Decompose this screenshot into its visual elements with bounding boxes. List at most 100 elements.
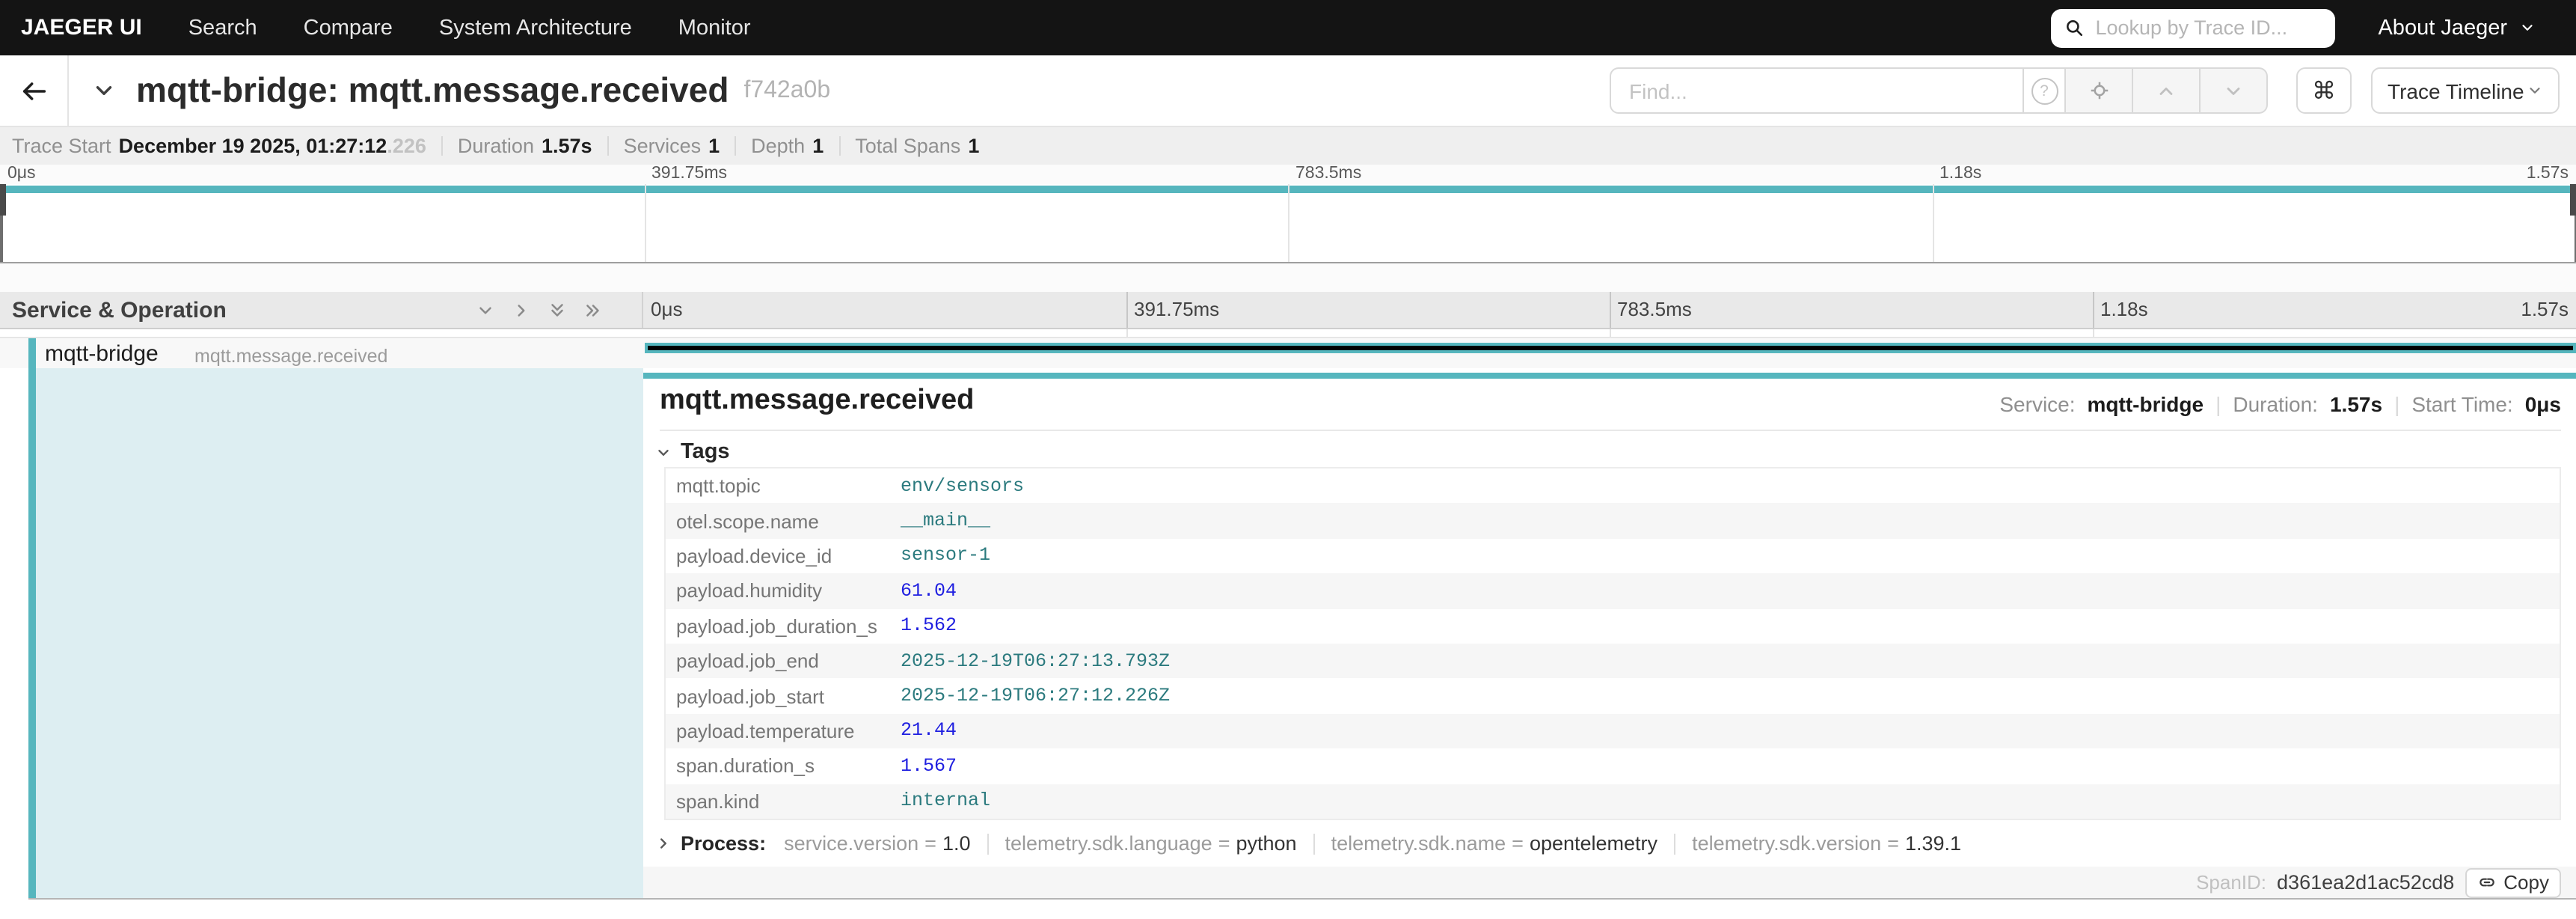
trace-lookup-box[interactable] — [2050, 8, 2334, 47]
tag-value: __main__ — [901, 510, 990, 531]
equals-sign: = — [1887, 832, 1899, 855]
viewport-right-handle[interactable] — [2570, 184, 2576, 216]
copy-span-link-button[interactable]: Copy — [2465, 867, 2561, 897]
tag-key: payload.device_id — [676, 545, 901, 567]
timeline-gridline — [2093, 292, 2094, 328]
tags-label: Tags — [681, 440, 730, 464]
divider — [1313, 833, 1315, 854]
process-pairs: service.version=1.0telemetry.sdk.languag… — [784, 832, 1961, 855]
about-jaeger-menu[interactable]: About Jaeger — [2378, 16, 2536, 40]
trace-header: mqtt-bridge: mqtt.message.received f742a… — [0, 55, 2576, 127]
tag-row-payload.job_end[interactable]: payload.job_end2025-12-19T06:27:13.793Z — [666, 644, 2560, 679]
tag-value: 2025-12-19T06:27:13.793Z — [901, 650, 1170, 671]
process-toggle[interactable]: Process: service.version=1.0telemetry.sd… — [655, 832, 1961, 855]
service-operation-label: Service & Operation — [12, 297, 476, 323]
tag-row-payload.humidity[interactable]: payload.humidity61.04 — [666, 573, 2560, 608]
process-pair-telemetry.sdk.name: telemetry.sdk.name=opentelemetry — [1331, 832, 1658, 855]
tag-row-mqtt.topic[interactable]: mqtt.topicenv/sensors — [666, 468, 2560, 504]
tag-value: 1.562 — [901, 616, 957, 637]
service-operation-header: Service & Operation — [0, 292, 643, 328]
detail-left-gutter — [0, 368, 28, 898]
span-detail-panel: mqtt.message.received Service:mqtt-bridg… — [643, 368, 2576, 898]
trace-view-select[interactable]: Trace Timeline — [2371, 67, 2560, 114]
span-service-name: mqtt-bridge — [45, 341, 159, 367]
top-nav: JAEGER UI Search Compare System Architectu… — [0, 0, 2576, 55]
tick-label: 1.18s — [2100, 298, 2148, 320]
keyboard-shortcuts-button[interactable]: ⌘ — [2296, 67, 2352, 114]
trace-services: Services1 — [624, 135, 720, 157]
jaeger-trace-page: JAEGER UI Search Compare System Architectu… — [0, 0, 2576, 919]
tag-value: 61.04 — [901, 581, 957, 602]
timeline-gridline — [1610, 292, 1611, 328]
tag-row-payload.temperature[interactable]: payload.temperature21.44 — [666, 713, 2560, 748]
nav-item-search[interactable]: Search — [188, 16, 257, 40]
timeline-tick-header: 0μs391.75ms783.5ms1.18s1.57s — [643, 292, 2576, 328]
tag-row-payload.device_id[interactable]: payload.device_idsensor-1 — [666, 539, 2560, 574]
back-button[interactable] — [0, 55, 69, 126]
app-logo[interactable]: JAEGER UI — [21, 15, 142, 40]
detail-bottom-border — [28, 898, 2576, 900]
tag-key: payload.job_start — [676, 685, 901, 707]
find-input[interactable] — [1626, 77, 2008, 104]
nav-item-compare[interactable]: Compare — [304, 16, 393, 40]
tag-value: 21.44 — [901, 721, 957, 742]
process-key: service.version — [784, 832, 919, 855]
tick-label: 1.57s — [2527, 165, 2569, 183]
find-field[interactable] — [1610, 67, 2024, 114]
expand-one-icon[interactable] — [512, 300, 531, 320]
search-icon — [2064, 18, 2083, 37]
trace-view-select-value: Trace Timeline — [2388, 79, 2524, 103]
nav-item-monitor[interactable]: Monitor — [678, 16, 751, 40]
tag-row-payload.job_start[interactable]: payload.job_start2025-12-19T06:27:12.226… — [666, 679, 2560, 714]
detail-divider — [660, 430, 2561, 431]
process-pair-telemetry.sdk.language: telemetry.sdk.language=python — [1005, 832, 1297, 855]
trace-depth: Depth1 — [751, 135, 824, 157]
equals-sign: = — [924, 832, 936, 855]
tag-key: otel.scope.name — [676, 510, 901, 532]
viewport-left-handle[interactable] — [0, 184, 6, 216]
collapse-one-icon[interactable] — [476, 300, 495, 320]
tag-key: span.duration_s — [676, 755, 901, 778]
copy-label: Copy — [2503, 871, 2549, 894]
collapse-all-icon[interactable] — [548, 300, 567, 320]
tag-row-otel.scope.name[interactable]: otel.scope.name__main__ — [666, 504, 2560, 539]
collapse-trace-header-button[interactable] — [91, 78, 117, 103]
trace-summary-bar: Trace Start December 19 2025, 01:27:12.2… — [0, 127, 2576, 165]
tag-row-span.kind[interactable]: span.kindinternal — [666, 784, 2560, 819]
detail-left-column[interactable] — [35, 368, 643, 898]
process-label: Process: — [681, 832, 766, 855]
focus-span-button[interactable] — [2066, 67, 2133, 114]
help-question-icon: ? — [2031, 77, 2058, 104]
process-key: telemetry.sdk.name — [1331, 832, 1506, 855]
timeline-minimap[interactable] — [0, 184, 2576, 263]
detail-span-bar — [643, 373, 2576, 379]
tag-key: payload.temperature — [676, 720, 901, 742]
chevron-down-icon — [2527, 82, 2543, 99]
find-prev-button[interactable] — [2133, 67, 2201, 114]
tag-value: 1.567 — [901, 756, 957, 777]
expand-all-icon[interactable] — [583, 300, 603, 320]
tag-key: mqtt.topic — [676, 474, 901, 497]
tag-row-span.duration_s[interactable]: span.duration_s1.567 — [666, 748, 2560, 784]
tag-value: 2025-12-19T06:27:12.226Z — [901, 686, 1170, 706]
trace-lookup-input[interactable] — [2092, 15, 2321, 40]
process-value: opentelemetry — [1530, 832, 1657, 855]
tags-toggle[interactable]: Tags — [655, 440, 730, 464]
process-key: telemetry.sdk.language — [1005, 832, 1212, 855]
span-id-value: d361ea2d1ac52cd8 — [2277, 871, 2454, 894]
timeline-gridline — [644, 184, 645, 262]
divider — [607, 136, 609, 156]
tag-row-payload.job_duration_s[interactable]: payload.job_duration_s1.562 — [666, 608, 2560, 644]
trace-start: Trace Start December 19 2025, 01:27:12.2… — [12, 135, 426, 157]
nav-item-system-architecture[interactable]: System Architecture — [439, 16, 632, 40]
tick-label: 1.57s — [2521, 298, 2569, 320]
tag-key: payload.job_duration_s — [676, 615, 901, 638]
span-detail-footer: SpanID: d361ea2d1ac52cd8 Copy — [643, 867, 2576, 898]
timeline-grid-header: Service & Operation 0μs391.75ms783.5ms1.… — [0, 292, 2576, 329]
nav-menu: Search Compare System Architecture Monitor — [188, 16, 751, 40]
trace-duration: Duration1.57s — [458, 135, 592, 157]
tags-table: mqtt.topicenv/sensorsotel.scope.name__ma… — [664, 467, 2561, 820]
find-next-button[interactable] — [2201, 67, 2268, 114]
span-duration-bar[interactable] — [645, 343, 2576, 353]
find-help[interactable]: ? — [2024, 67, 2066, 114]
